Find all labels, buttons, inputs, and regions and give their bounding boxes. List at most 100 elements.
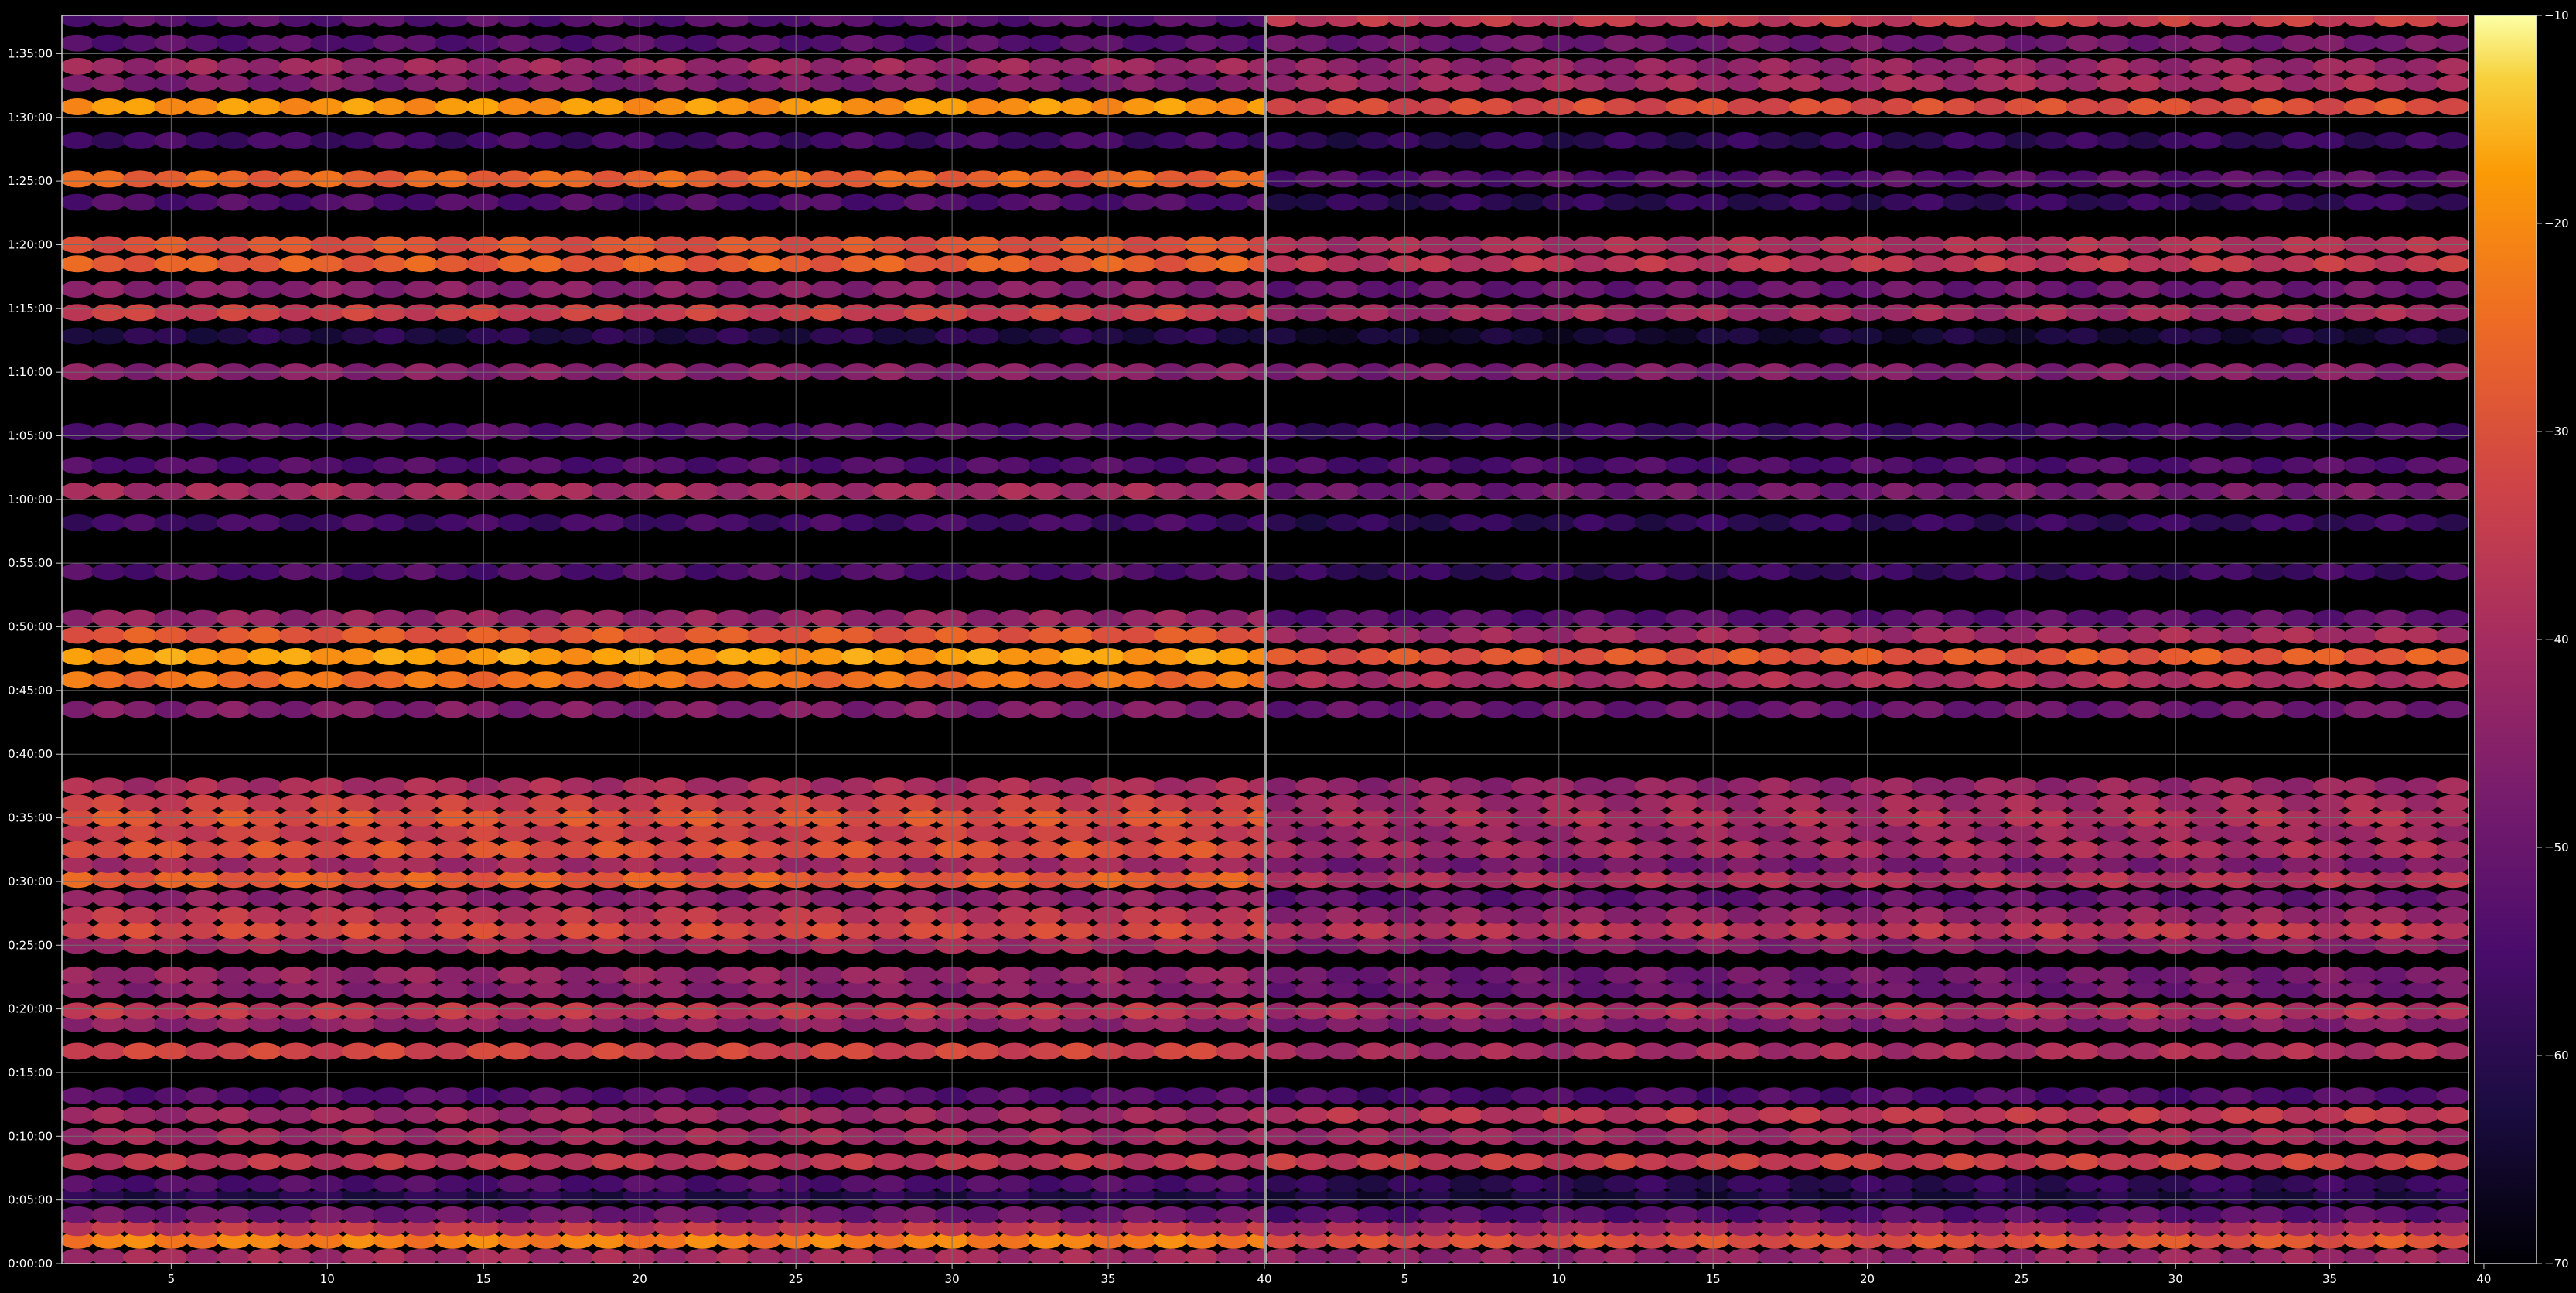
heatmap-cell: [2405, 170, 2440, 188]
heatmap-cell: [2250, 1206, 2285, 1223]
heatmap-cell: [216, 856, 251, 873]
heatmap-cell: [2097, 255, 2131, 273]
heatmap-cell: [1326, 966, 1360, 984]
x-tick-label: 20: [1860, 1272, 1875, 1286]
heatmap-cell: [1572, 906, 1607, 924]
heatmap-cell: [2066, 922, 2100, 940]
heatmap-cell: [2035, 1042, 2069, 1060]
heatmap-cell: [2035, 482, 2069, 500]
heatmap-cell: [2374, 57, 2409, 75]
heatmap-cell: [1665, 824, 1700, 841]
heatmap-cell: [1572, 170, 1607, 188]
heatmap-cell: [1665, 304, 1700, 322]
heatmap-cell: [404, 170, 438, 188]
heatmap-cell: [997, 563, 1032, 581]
heatmap-cell: [872, 563, 907, 581]
heatmap-cell: [591, 794, 626, 812]
heatmap-cell: [841, 794, 876, 812]
heatmap-cell: [1912, 922, 1947, 940]
heatmap-cell: [185, 255, 220, 273]
heatmap-cell: [2281, 981, 2316, 998]
heatmap-cell: [1727, 1002, 1761, 1020]
heatmap-cell: [1943, 74, 1977, 92]
heatmap-cell: [185, 1106, 220, 1124]
heatmap-cell: [122, 456, 158, 474]
heatmap-cell: [2097, 281, 2131, 299]
heatmap-cell: [747, 794, 782, 812]
heatmap-cell: [2066, 514, 2100, 531]
heatmap-cell: [2343, 981, 2378, 998]
heatmap-cell: [1059, 922, 1094, 940]
heatmap-cell: [1758, 794, 1792, 812]
heatmap-cell: [684, 131, 720, 149]
heatmap-cell: [810, 170, 844, 188]
heatmap-cell: [1185, 906, 1220, 924]
heatmap-cell: [435, 514, 470, 531]
heatmap-cell: [966, 824, 1001, 841]
heatmap-cell: [653, 563, 688, 581]
heatmap-cell: [2220, 841, 2254, 858]
heatmap-cell: [528, 131, 564, 149]
heatmap-cell: [1665, 131, 1700, 149]
heatmap-cell: [1266, 193, 1298, 211]
heatmap-cell: [372, 563, 408, 581]
heatmap-cell: [966, 889, 1001, 907]
heatmap-cell: [653, 1106, 688, 1124]
heatmap-cell: [2281, 98, 2316, 115]
heatmap-cell: [1059, 777, 1094, 795]
heatmap-cell: [716, 193, 751, 211]
heatmap-cell: [1943, 1002, 1977, 1020]
heatmap-cell: [653, 482, 688, 500]
heatmap-cell: [1356, 1106, 1391, 1124]
heatmap-cell: [2035, 193, 2069, 211]
heatmap-cell: [1295, 609, 1329, 627]
heatmap-cell: [2097, 1106, 2131, 1124]
heatmap-cell: [1326, 456, 1360, 474]
heatmap-cell: [1912, 57, 1947, 75]
heatmap-cell: [91, 193, 126, 211]
heatmap-cell: [1295, 1206, 1329, 1223]
heatmap-cell: [1029, 1002, 1063, 1020]
heatmap-cell: [1122, 281, 1157, 299]
heatmap-cell: [404, 563, 438, 581]
heatmap-cell: [185, 170, 220, 188]
heatmap-cell: [1572, 609, 1607, 627]
heatmap-cell: [903, 514, 938, 531]
heatmap-cell: [560, 456, 595, 474]
heatmap-cell: [1216, 1106, 1250, 1124]
heatmap-cell: [122, 609, 158, 627]
heatmap-cell: [872, 1206, 907, 1223]
heatmap-cell: [653, 824, 688, 841]
heatmap-cell: [2250, 74, 2285, 92]
heatmap-cell: [1418, 841, 1453, 858]
heatmap-cell: [872, 1042, 907, 1060]
heatmap-cell: [278, 1042, 314, 1060]
heatmap-cell: [653, 871, 688, 889]
heatmap-cell: [497, 1042, 532, 1060]
heatmap-cell: [404, 626, 438, 644]
heatmap-cell: [1727, 1106, 1761, 1124]
heatmap-cell: [1912, 777, 1947, 795]
heatmap-cell: [2250, 671, 2285, 689]
heatmap-cell: [1185, 1002, 1220, 1020]
heatmap-cell: [1727, 889, 1761, 907]
heatmap-cell: [2374, 1106, 2409, 1124]
heatmap-cell: [2220, 74, 2254, 92]
heatmap-cell: [2220, 626, 2254, 644]
x-tick-label: 35: [2322, 1272, 2337, 1286]
heatmap-cell: [716, 281, 751, 299]
heatmap-cell: [2374, 906, 2409, 924]
heatmap-cell: [1943, 856, 1977, 873]
heatmap-cell: [2405, 193, 2440, 211]
heatmap-cell: [653, 906, 688, 924]
heatmap-cell: [1480, 514, 1514, 531]
heatmap-cell: [435, 777, 470, 795]
heatmap-cell: [404, 131, 438, 149]
heatmap-cell: [404, 1206, 438, 1223]
heatmap-cell: [810, 131, 844, 149]
heatmap-cell: [1881, 981, 1916, 998]
heatmap-cell: [435, 1175, 470, 1193]
heatmap-cell: [560, 1087, 595, 1105]
heatmap-cell: [1029, 626, 1063, 644]
heatmap-cell: [497, 777, 532, 795]
